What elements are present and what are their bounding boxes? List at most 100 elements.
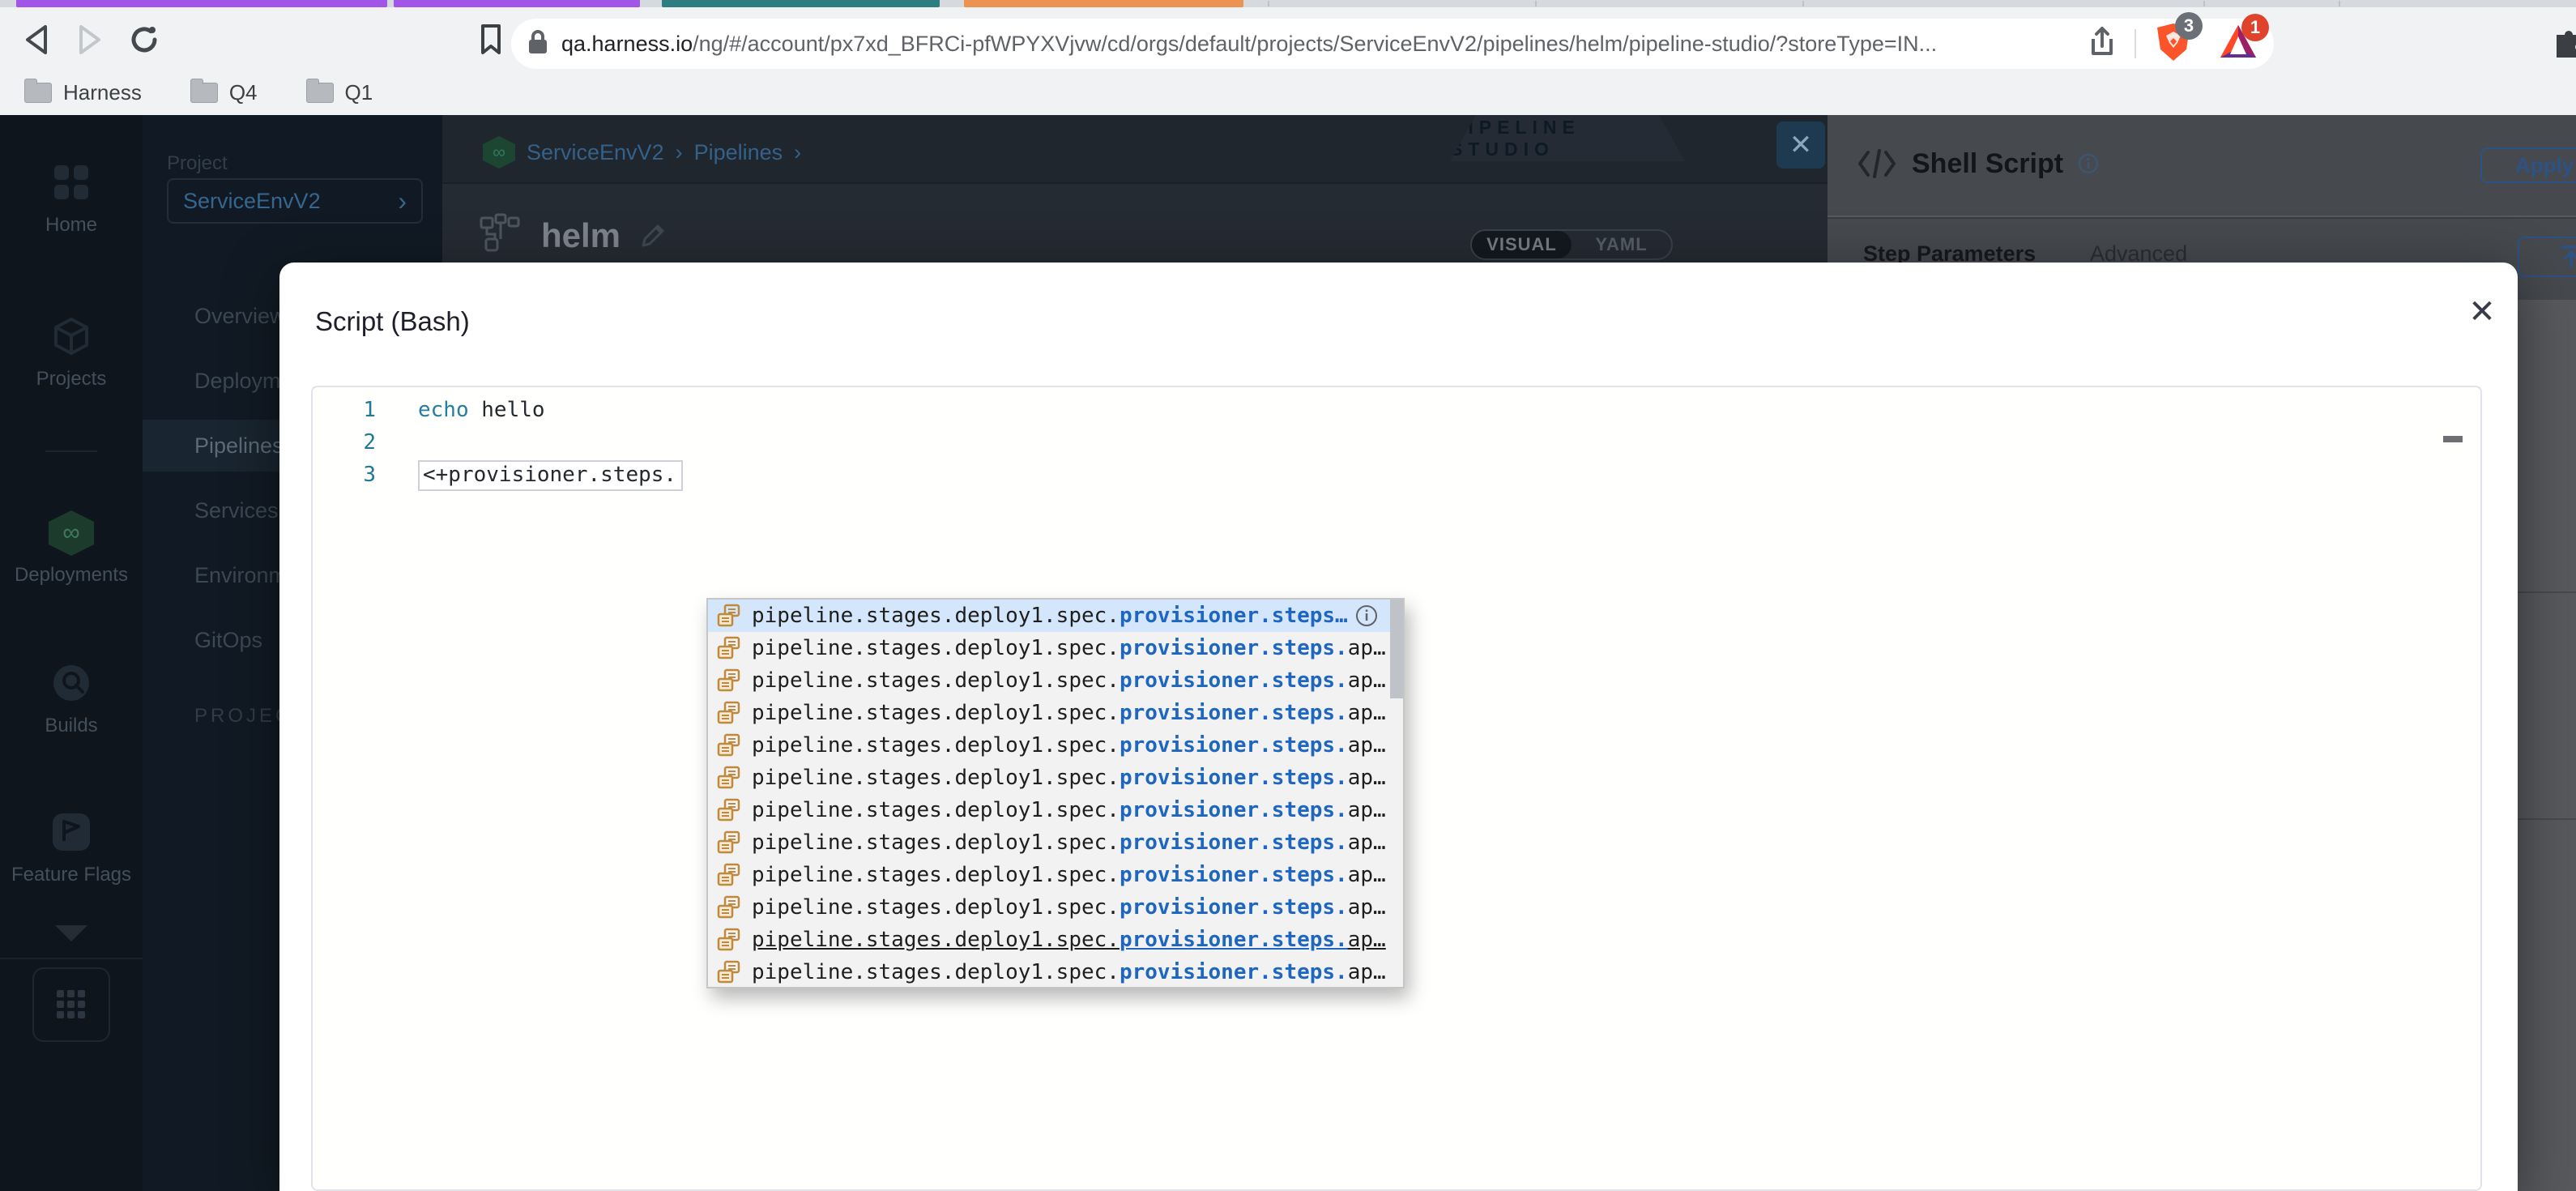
sidebar-item-home[interactable]: Home: [0, 159, 143, 237]
snippet-icon: [716, 765, 752, 791]
rewards-badge: 1: [2241, 13, 2269, 41]
suggest-item[interactable]: pipeline.stages.deploy1.spec.provisioner…: [708, 664, 1403, 697]
pipeline-name: helm: [541, 216, 621, 254]
module-grid-button[interactable]: [32, 967, 110, 1042]
suggest-item[interactable]: pipeline.stages.deploy1.spec.provisioner…: [708, 697, 1403, 729]
deployments-module-icon: ∞: [483, 136, 515, 169]
chevron-down-icon[interactable]: [53, 924, 89, 943]
code-line-1: echo hello: [418, 398, 545, 422]
modal-title: Script (Bash): [315, 306, 470, 336]
overview-ruler-cursor: [2443, 436, 2463, 442]
sidebar-divider: [45, 450, 97, 452]
tab-group-purple-2[interactable]: [394, 0, 640, 7]
suggest-item[interactable]: pipeline.stages.deploy1.spec.provisioner…: [708, 826, 1403, 859]
home-icon: [54, 165, 88, 199]
folder-icon: [190, 79, 218, 103]
tab-group-orange[interactable]: [964, 0, 1243, 7]
tab-divider: [1535, 1, 1537, 6]
suggest-item[interactable]: pipeline.stages.deploy1.spec.provisioner…: [708, 600, 1403, 632]
share-icon[interactable]: [2089, 26, 2115, 62]
drawer-header: Shell Script Apply Ch: [1828, 115, 2576, 216]
bookmark-icon[interactable]: [480, 23, 502, 60]
code-editor[interactable]: 1 echo hello 2 3 <+provisioner.steps. pi…: [311, 386, 2482, 1191]
refresh-button[interactable]: [128, 23, 160, 60]
project-selector[interactable]: ServiceEnvV2 ›: [167, 178, 423, 224]
project-label: Project: [167, 152, 228, 174]
snippet-icon: [716, 797, 752, 823]
sidebar-divider: [0, 958, 143, 959]
suggest-item[interactable]: pipeline.stages.deploy1.spec.provisioner…: [708, 794, 1403, 826]
tab-divider: [1802, 1, 1804, 6]
toggle-visual[interactable]: VISUAL: [1472, 231, 1572, 258]
snippet-icon: [716, 603, 752, 629]
snippet-icon: [716, 894, 752, 920]
pipeline-graph-icon: [480, 213, 520, 252]
breadcrumb-separator: ›: [794, 139, 802, 164]
upload-icon: [2561, 245, 2576, 268]
suggest-item[interactable]: pipeline.stages.deploy1.spec.provisioner…: [708, 632, 1403, 664]
code-line-3: <+provisioner.steps.: [418, 459, 684, 491]
breadcrumb-link-project[interactable]: ServiceEnvV2: [527, 140, 664, 165]
script-template-button[interactable]: S: [2518, 237, 2576, 277]
line-number: 3: [363, 463, 376, 487]
grid-icon: [57, 990, 85, 1018]
suggest-item[interactable]: pipeline.stages.deploy1.spec.provisioner…: [708, 762, 1403, 794]
tab-divider: [2339, 1, 2340, 6]
brave-rewards-icon[interactable]: 1: [2219, 13, 2269, 65]
deployments-icon: ∞: [49, 510, 94, 556]
sidebar-item-deployments[interactable]: ∞ Deployments: [0, 510, 143, 587]
breadcrumb-band: ∞ ServiceEnvV2 › Pipelines › PIPELINE ST…: [442, 115, 1828, 184]
breadcrumb-link-pipelines[interactable]: Pipelines: [694, 140, 783, 165]
folder-icon: [305, 79, 334, 103]
chevron-right-icon: ›: [398, 186, 407, 216]
autocomplete-dropdown: pipeline.stages.deploy1.spec.provisioner…: [706, 598, 1405, 988]
sidebar-item-projects[interactable]: Projects: [0, 313, 143, 391]
suggest-item[interactable]: pipeline.stages.deploy1.spec.provisioner…: [708, 956, 1403, 988]
sidebar-item-builds[interactable]: Builds: [0, 660, 143, 737]
modal-close-button[interactable]: ✕: [2462, 292, 2502, 332]
tab-group-purple[interactable]: [16, 0, 387, 7]
toggle-yaml[interactable]: YAML: [1572, 231, 1671, 258]
line-number: 2: [363, 430, 376, 455]
suggest-item-hovered[interactable]: pipeline.stages.deploy1.spec.provisioner…: [708, 924, 1403, 956]
code-icon: [1858, 149, 1896, 178]
expression-box: <+provisioner.steps.: [418, 460, 684, 491]
edit-pencil-icon[interactable]: [638, 221, 667, 250]
read-more-icon[interactable]: [1354, 604, 1379, 631]
tab-group-teal[interactable]: [662, 0, 940, 7]
module-sidebar: Home Projects ∞ Deployments Builds Featu…: [0, 115, 143, 1191]
tab-strip: [0, 0, 2576, 7]
breadcrumb-separator: ›: [675, 139, 683, 164]
bookmark-folder-q1[interactable]: Q1: [305, 79, 373, 105]
info-icon[interactable]: [2078, 153, 2099, 174]
back-button[interactable]: [23, 23, 52, 60]
bookmarks-bar: Harness Q4 Q1: [0, 70, 2576, 115]
drawer-title: Shell Script: [1857, 147, 2099, 180]
snippet-icon: [716, 959, 752, 985]
forward-button[interactable]: [75, 23, 104, 60]
sidebar-item-feature-flags[interactable]: Feature Flags: [0, 809, 143, 886]
suggest-item[interactable]: pipeline.stages.deploy1.spec.provisioner…: [708, 891, 1403, 924]
snippet-icon: [716, 732, 752, 758]
builds-icon: [53, 665, 89, 701]
feature-flags-icon: [53, 813, 90, 851]
url-bar[interactable]: qa.harness.io/ng/#/account/px7xd_BFRCi-p…: [511, 11, 2274, 69]
bookmark-folder-harness[interactable]: Harness: [24, 79, 142, 105]
extensions-puzzle-icon[interactable]: [2550, 23, 2576, 63]
bookmark-folder-q4[interactable]: Q4: [190, 79, 258, 105]
script-modal: Script (Bash) ✕ 1 echo hello 2 3 <+provi…: [279, 263, 2518, 1191]
drawer-close-button[interactable]: ✕: [1776, 122, 1825, 169]
snippet-icon: [716, 635, 752, 661]
snippet-icon: [716, 927, 752, 953]
browser-chrome: qa.harness.io/ng/#/account/px7xd_BFRCi-p…: [0, 0, 2576, 115]
breadcrumb: ∞ ServiceEnvV2 › Pipelines ›: [483, 136, 801, 169]
brave-shield-icon[interactable]: 3: [2156, 11, 2203, 66]
tab-divider: [2203, 1, 2205, 6]
dropdown-scrollbar-thumb[interactable]: [1390, 600, 1403, 698]
suggest-item[interactable]: pipeline.stages.deploy1.spec.provisioner…: [708, 729, 1403, 762]
apply-changes-button[interactable]: Apply Ch: [2480, 147, 2576, 183]
suggest-item[interactable]: pipeline.stages.deploy1.spec.provisioner…: [708, 859, 1403, 891]
lock-icon: [527, 28, 548, 60]
url-text: qa.harness.io/ng/#/account/px7xd_BFRCi-p…: [561, 31, 1938, 56]
snippet-icon: [716, 668, 752, 694]
